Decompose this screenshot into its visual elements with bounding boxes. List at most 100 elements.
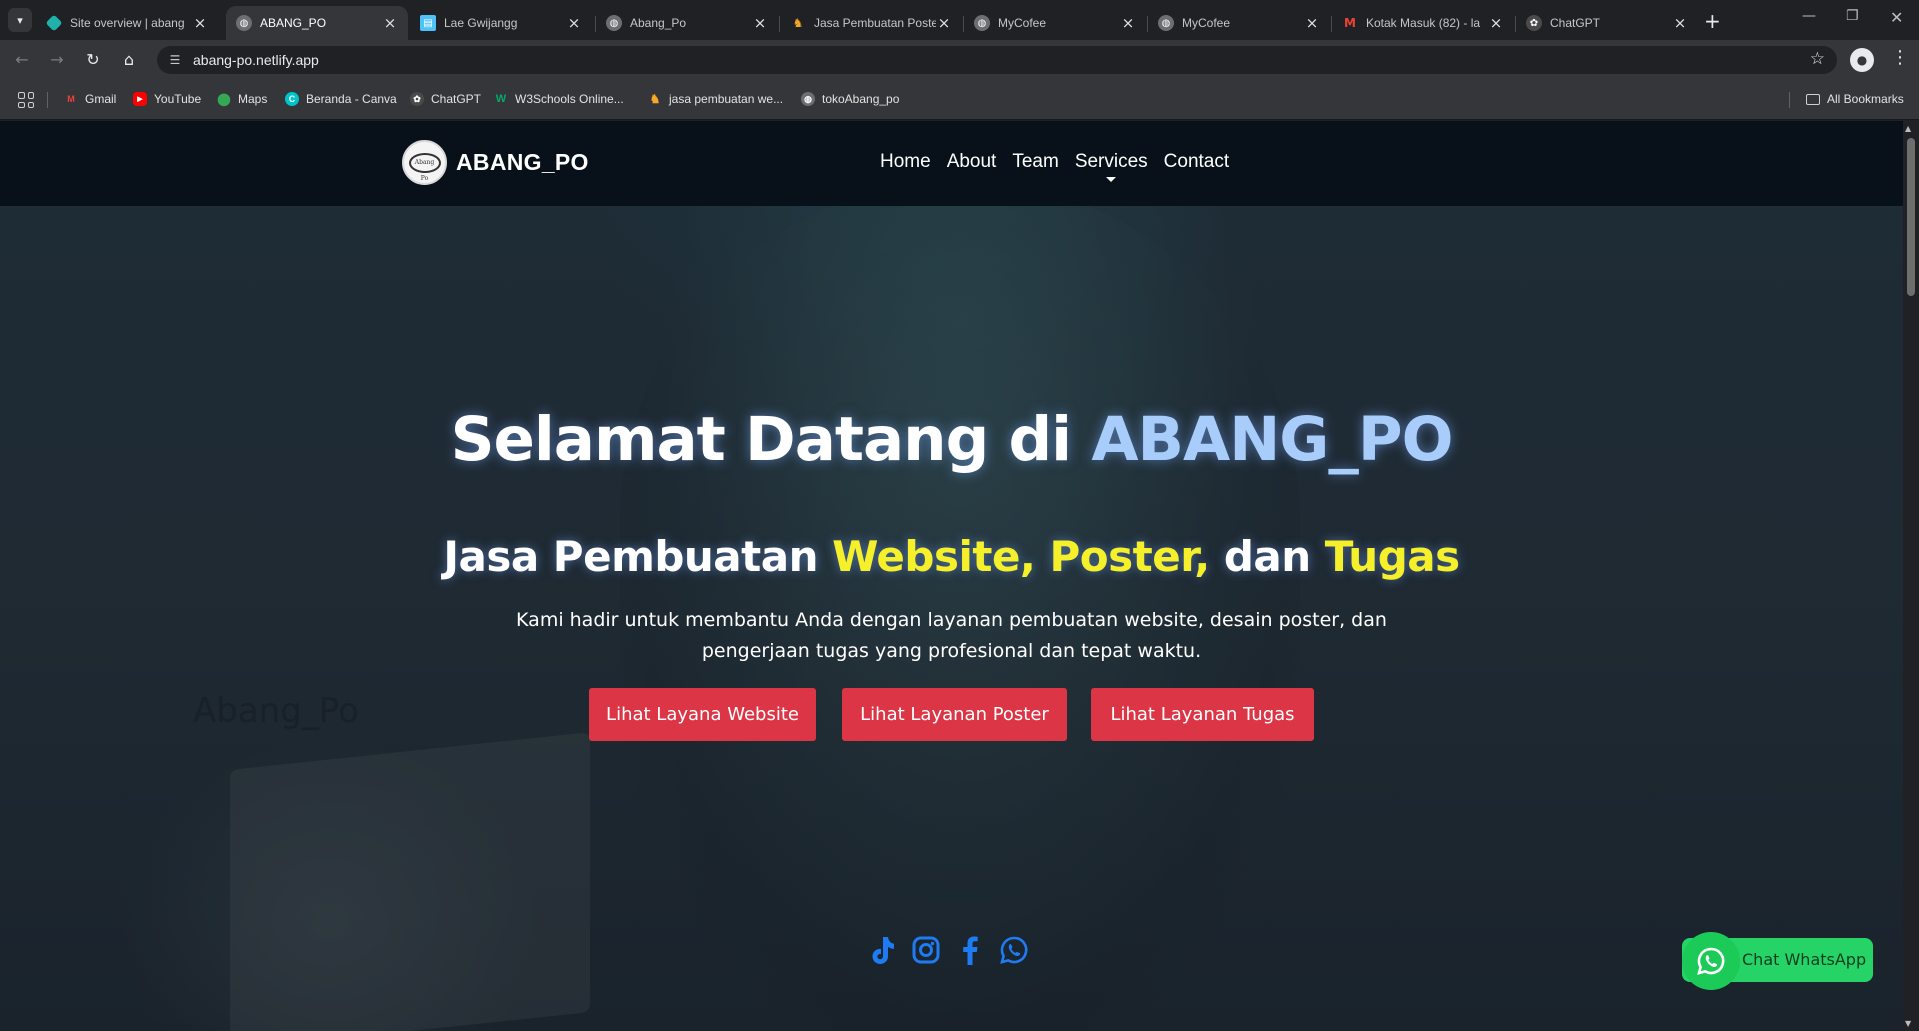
netlify-icon: [45, 14, 63, 32]
tab-mycofee-2[interactable]: ◍ MyCofee ×: [1148, 6, 1330, 40]
url-text[interactable]: abang-po.netlify.app: [193, 52, 319, 68]
bookmark-separator: [47, 92, 48, 108]
scroll-down-icon[interactable]: ▼: [1905, 1019, 1911, 1028]
brand-name[interactable]: ABANG_PO: [456, 149, 589, 176]
close-icon[interactable]: ×: [936, 14, 952, 32]
window-close-icon[interactable]: ✕: [1890, 8, 1903, 27]
close-icon[interactable]: ×: [192, 14, 208, 32]
new-tab-icon[interactable]: +: [1704, 9, 1721, 33]
nav-menu: Home About Team Services Contact: [880, 151, 1229, 182]
tiktok-icon[interactable]: [866, 934, 897, 965]
tab-title: ABANG_PO: [260, 16, 327, 30]
close-icon[interactable]: ×: [1488, 14, 1504, 32]
apps-grid-icon[interactable]: [18, 92, 34, 108]
whatsapp-icon[interactable]: [998, 934, 1029, 965]
chatgpt-icon: ✿: [1526, 15, 1542, 31]
scroll-up-icon[interactable]: ▲: [1905, 124, 1911, 133]
bookmark-label: W3Schools Online...: [515, 92, 624, 106]
close-icon[interactable]: ×: [566, 14, 582, 32]
tab-title: Lae Gwijangg: [444, 16, 518, 30]
scrollbar-thumb[interactable]: [1907, 138, 1915, 296]
hero-title-prefix: Selamat Datang di: [450, 404, 1092, 475]
bookmark-youtube[interactable]: ▶ YouTube: [133, 92, 201, 106]
whatsapp-chat-label[interactable]: Chat WhatsApp: [1742, 950, 1866, 969]
tab-gmail[interactable]: M Kotak Masuk (82) - la ×: [1332, 6, 1514, 40]
tab-title: MyCofee: [1182, 16, 1231, 30]
site-info-icon[interactable]: ☰: [167, 52, 183, 68]
nav-about[interactable]: About: [947, 151, 997, 173]
instagram-icon[interactable]: [910, 934, 941, 965]
globe-icon: ◍: [606, 15, 622, 31]
hero-laptop-illustration: [230, 732, 590, 1031]
bookmark-star-icon[interactable]: ☆: [1810, 49, 1825, 69]
canva-icon: C: [285, 92, 299, 106]
close-icon[interactable]: ×: [382, 14, 398, 32]
hero-subtitle-prefix: Jasa Pembuatan: [443, 532, 833, 581]
poster-services-button[interactable]: Lihat Layanan Poster: [842, 688, 1067, 741]
whatsapp-chat-icon[interactable]: [1682, 932, 1740, 990]
website-services-button[interactable]: Lihat Layana Website: [589, 688, 816, 741]
tab-abang-po[interactable]: ◍ ABANG_PO ×: [226, 6, 408, 40]
hero-subtitle-highlight-1: Website, Poster,: [832, 532, 1210, 581]
reload-icon[interactable]: ↻: [83, 50, 103, 70]
tab-mycofee[interactable]: ◍ MyCofee ×: [964, 6, 1146, 40]
tugas-services-button[interactable]: Lihat Layanan Tugas: [1091, 688, 1314, 741]
bookmark-label: Beranda - Canva: [306, 92, 397, 106]
tab-lae-gwijangg[interactable]: ▤ Lae Gwijangg ×: [410, 6, 592, 40]
restore-icon[interactable]: ❐: [1846, 8, 1859, 24]
bookmark-jasa-pembuatan[interactable]: ♞ jasa pembuatan we...: [648, 92, 783, 106]
bookmark-label: YouTube: [154, 92, 202, 106]
hero-subtitle: Jasa Pembuatan Website, Poster, dan Tuga…: [0, 532, 1903, 581]
nav-home[interactable]: Home: [880, 151, 931, 173]
hero-description: Kami hadir untuk membantu Anda dengan la…: [0, 605, 1903, 667]
bookmark-w3schools[interactable]: W W3Schools Online...: [494, 92, 624, 106]
tab-jasa-pembuatan[interactable]: ♞ Jasa Pembuatan Poste ×: [780, 6, 962, 40]
address-bar[interactable]: ☰ abang-po.netlify.app ☆: [157, 46, 1837, 74]
nav-services-label: Services: [1074, 151, 1148, 172]
bookmark-maps[interactable]: ⬤ Maps: [217, 92, 267, 106]
bookmark-chatgpt[interactable]: ✿ ChatGPT: [410, 92, 481, 106]
bookmark-separator: [1789, 92, 1790, 108]
hero-subtitle-highlight-2: Tugas: [1324, 532, 1460, 581]
hero-title-accent: ABANG_PO: [1091, 404, 1453, 475]
tab-title: MyCofee: [998, 16, 1047, 30]
globe-icon: ◍: [801, 92, 815, 106]
hero-title: Selamat Datang di ABANG_PO: [0, 404, 1903, 475]
profile-avatar[interactable]: ●: [1850, 48, 1874, 72]
tab-site-overview[interactable]: Site overview | abang ×: [36, 6, 218, 40]
bookmark-label: Gmail: [85, 92, 117, 106]
tab-chatgpt[interactable]: ✿ ChatGPT ×: [1516, 6, 1698, 40]
forward-icon[interactable]: →: [47, 50, 67, 70]
back-icon[interactable]: ←: [12, 50, 32, 70]
minimize-icon[interactable]: —: [1802, 8, 1816, 24]
close-icon[interactable]: ×: [1120, 14, 1136, 32]
tab-title: Jasa Pembuatan Poste: [814, 16, 936, 30]
bookmark-canva[interactable]: C Beranda - Canva: [285, 92, 397, 106]
bookmark-gmail[interactable]: M Gmail: [64, 92, 116, 106]
tab-title: Abang_Po: [630, 16, 687, 30]
close-icon[interactable]: ×: [1672, 14, 1688, 32]
hero-subtitle-mid: dan: [1209, 532, 1325, 581]
facebook-icon[interactable]: [954, 934, 985, 965]
close-icon[interactable]: ×: [1304, 14, 1320, 32]
bookmark-label: ChatGPT: [431, 92, 482, 106]
bookmark-tokoabang[interactable]: ◍ tokoAbang_po: [801, 92, 899, 106]
home-icon[interactable]: ⌂: [119, 50, 139, 70]
nav-team[interactable]: Team: [1012, 151, 1058, 173]
nav-contact[interactable]: Contact: [1164, 151, 1229, 173]
brand[interactable]: Abang Po ABANG_PO: [402, 140, 589, 185]
tab-title: Site overview | abang: [70, 16, 185, 30]
folder-icon: [1806, 93, 1820, 105]
hero-description-line-1: Kami hadir untuk membantu Anda dengan la…: [516, 609, 1387, 631]
nav-services[interactable]: Services: [1074, 151, 1148, 182]
gmail-icon: M: [1344, 16, 1356, 30]
globe-icon: ◍: [1158, 15, 1174, 31]
close-icon[interactable]: ×: [752, 14, 768, 32]
browser-menu-icon[interactable]: ⋮: [1891, 47, 1909, 68]
tab-abang-po-2[interactable]: ◍ Abang_Po ×: [596, 6, 778, 40]
gmail-icon: M: [67, 94, 75, 104]
tab-title: ChatGPT: [1550, 16, 1601, 30]
brand-logo[interactable]: Abang Po: [402, 140, 447, 185]
tab-search-icon[interactable]: ▾: [8, 8, 32, 32]
all-bookmarks[interactable]: All Bookmarks: [1806, 92, 1904, 106]
